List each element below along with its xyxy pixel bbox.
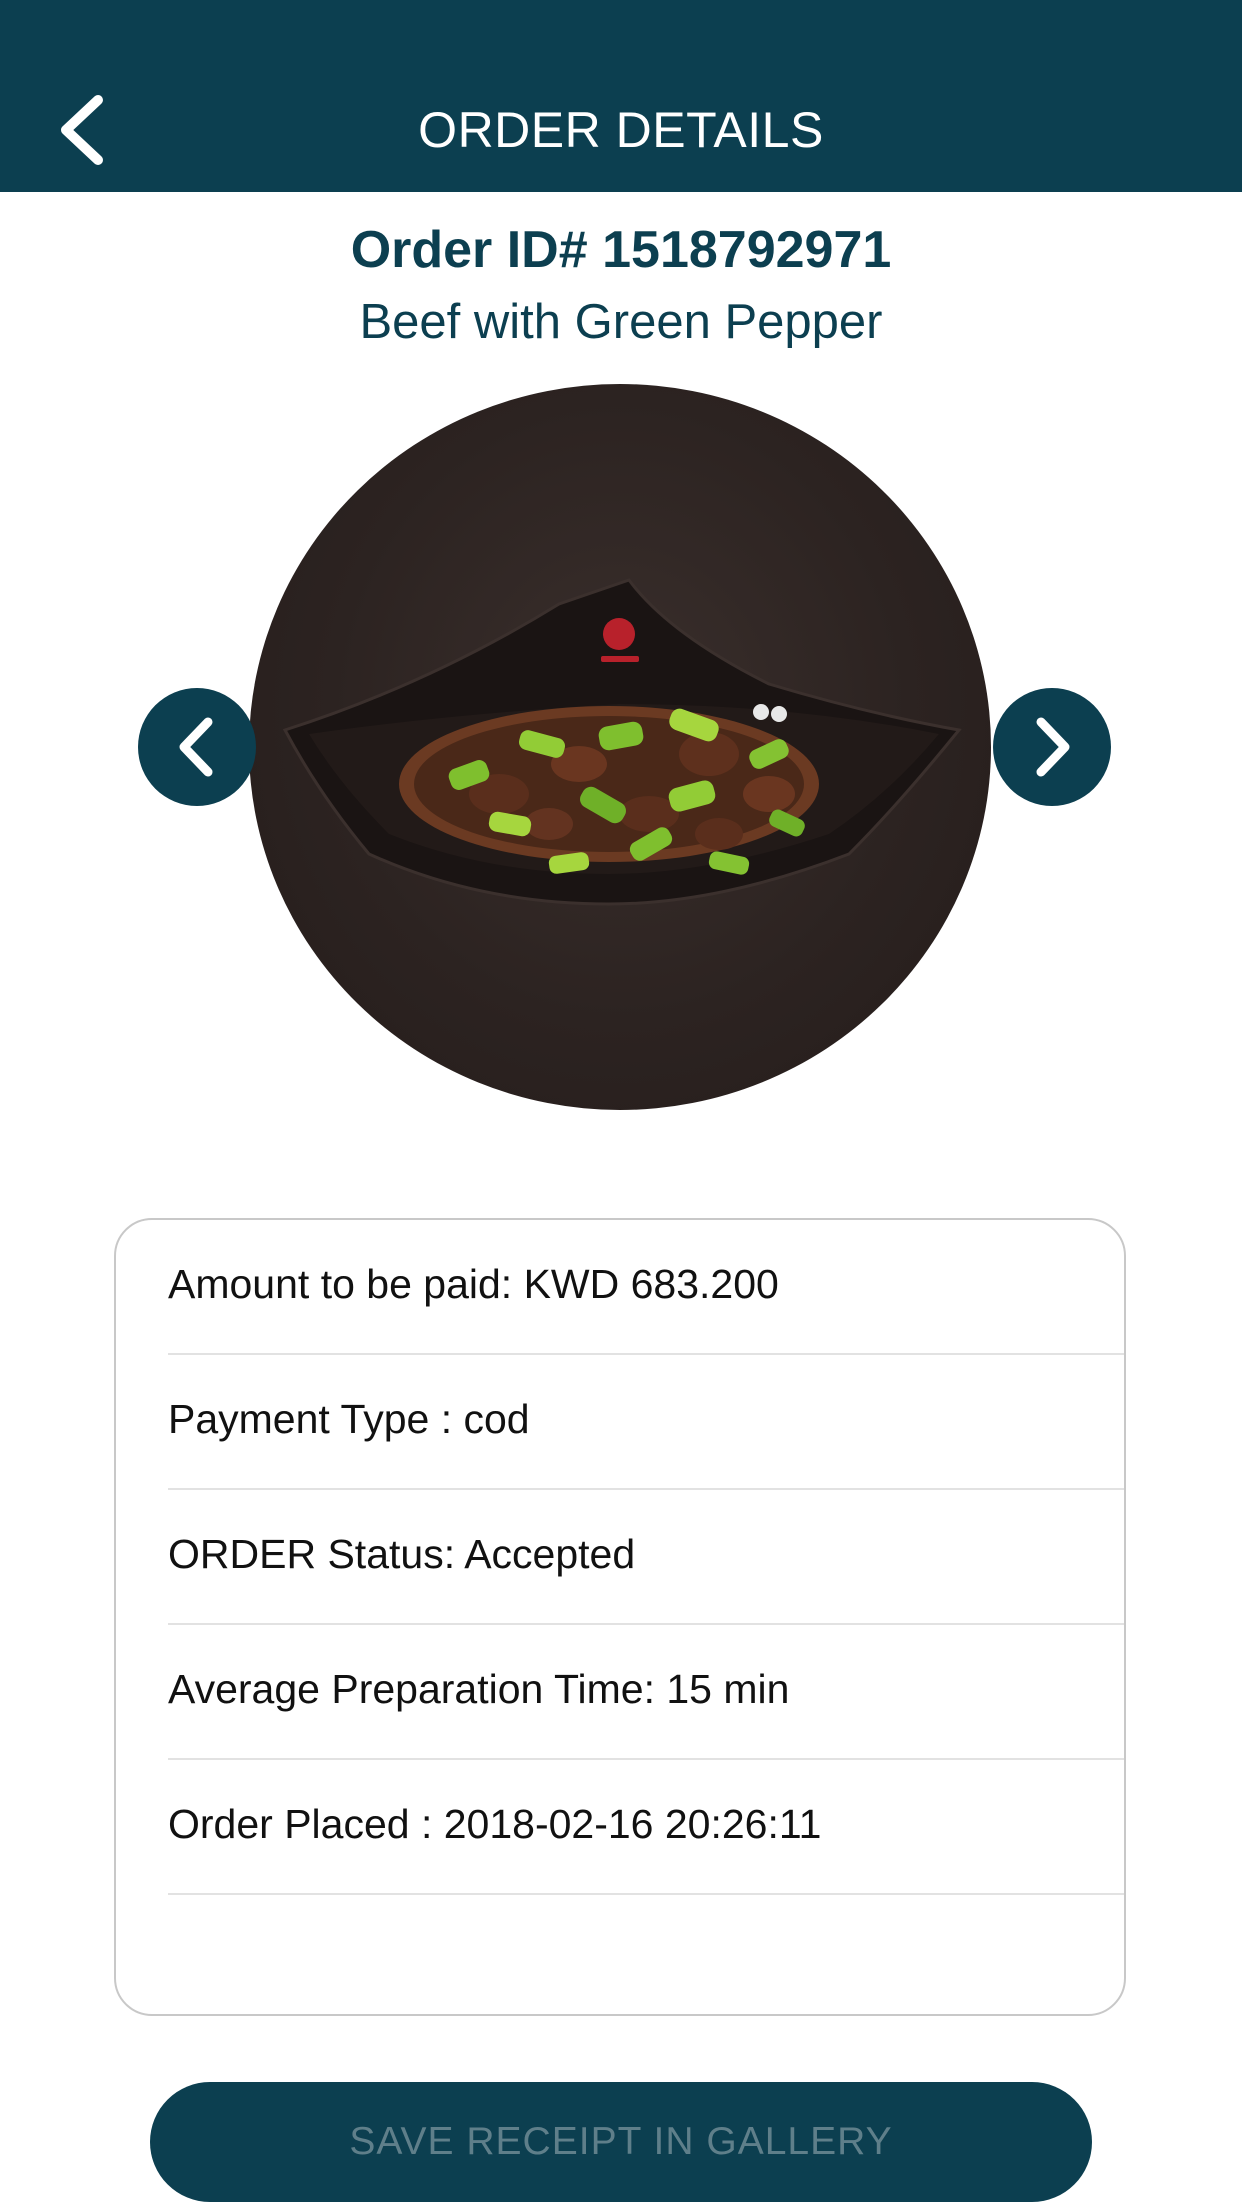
save-receipt-button[interactable]: SAVE RECEIPT IN GALLERY (150, 2082, 1092, 2202)
food-image (249, 384, 991, 1110)
chevron-left-icon (179, 717, 213, 777)
payment-type-row: Payment Type : cod (168, 1355, 1124, 1490)
food-photo-illustration (282, 578, 962, 906)
preparation-time-text: Average Preparation Time: 15 min (168, 1666, 790, 1712)
order-placed-row: Order Placed : 2018-02-16 20:26:11 (168, 1760, 1124, 1895)
amount-text: Amount to be paid: KWD 683.200 (168, 1261, 779, 1307)
amount-row: Amount to be paid: KWD 683.200 (168, 1220, 1124, 1355)
next-image-button[interactable] (993, 688, 1111, 806)
previous-image-button[interactable] (138, 688, 256, 806)
order-status-text: ORDER Status: Accepted (168, 1531, 636, 1577)
item-name-label: Beef with Green Pepper (359, 295, 883, 349)
order-details-screen: ORDER DETAILS Order ID# 1518792971 Beef … (0, 0, 1242, 2208)
preparation-time-row: Average Preparation Time: 15 min (168, 1625, 1124, 1760)
chevron-right-icon (1036, 717, 1070, 777)
header-bar: ORDER DETAILS (0, 0, 1242, 192)
page-title: ORDER DETAILS (418, 102, 824, 158)
order-status-row: ORDER Status: Accepted (168, 1490, 1124, 1625)
payment-type-text: Payment Type : cod (168, 1396, 530, 1442)
order-id-label: Order ID# 1518792971 (350, 221, 892, 279)
order-details-card: Amount to be paid: KWD 683.200 Payment T… (114, 1218, 1126, 2016)
order-placed-text: Order Placed : 2018-02-16 20:26:11 (168, 1801, 822, 1847)
save-receipt-label: SAVE RECEIPT IN GALLERY (349, 2120, 893, 2163)
